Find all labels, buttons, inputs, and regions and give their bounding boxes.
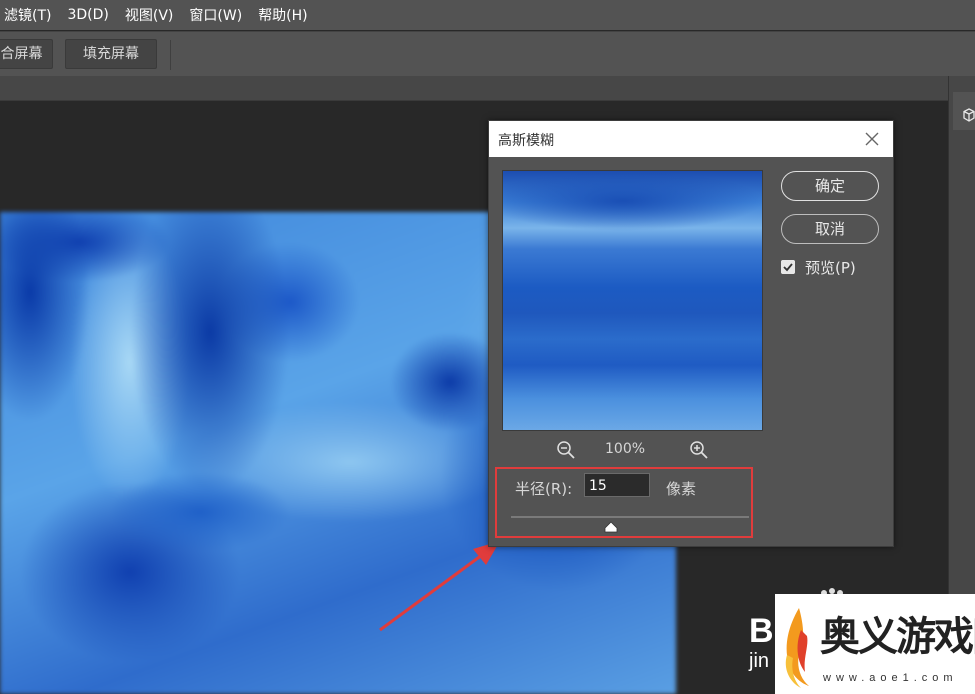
- preview-checkbox[interactable]: [781, 260, 795, 274]
- menu-3d[interactable]: 3D(D): [67, 7, 108, 23]
- menu-window[interactable]: 窗口(W): [189, 5, 242, 25]
- 3d-cube-icon[interactable]: [963, 108, 975, 122]
- options-bar: 合屏幕 填充屏幕: [0, 31, 975, 76]
- menu-view[interactable]: 视图(V): [125, 5, 174, 25]
- ok-button[interactable]: 确定: [781, 171, 879, 201]
- menu-bar: 滤镜(T) 3D(D) 视图(V) 窗口(W) 帮助(H): [0, 0, 975, 30]
- dialog-title: 高斯模糊: [498, 133, 554, 149]
- preview-image[interactable]: [502, 170, 763, 431]
- baidu-watermark: B: [749, 612, 774, 650]
- zoom-out-icon[interactable]: [556, 440, 576, 460]
- cancel-button[interactable]: 取消: [781, 214, 879, 244]
- site-logo-url: www.aoe1.com: [823, 672, 958, 684]
- flame-logo-icon: [785, 608, 809, 688]
- preview-label: 预览(P): [805, 259, 856, 277]
- dialog-titlebar[interactable]: 高斯模糊: [489, 121, 893, 157]
- zoom-level: 100%: [605, 441, 646, 457]
- menu-help[interactable]: 帮助(H): [258, 5, 307, 25]
- baidu-watermark-sub: jin: [749, 650, 770, 672]
- zoom-in-icon[interactable]: [689, 440, 709, 460]
- site-logo: 奥义游戏网 www.aoe1.com: [775, 594, 975, 694]
- annotation-arrow: [379, 541, 500, 632]
- menu-filter[interactable]: 滤镜(T): [4, 5, 51, 25]
- close-icon[interactable]: [863, 130, 881, 148]
- fit-screen-button[interactable]: 合屏幕: [0, 39, 53, 69]
- fill-screen-button[interactable]: 填充屏幕: [65, 39, 157, 69]
- site-logo-name: 奥义游戏网: [820, 613, 975, 660]
- options-divider: [170, 40, 171, 70]
- annotation-highlight-box: [495, 467, 753, 538]
- document-tab-row: [0, 76, 948, 101]
